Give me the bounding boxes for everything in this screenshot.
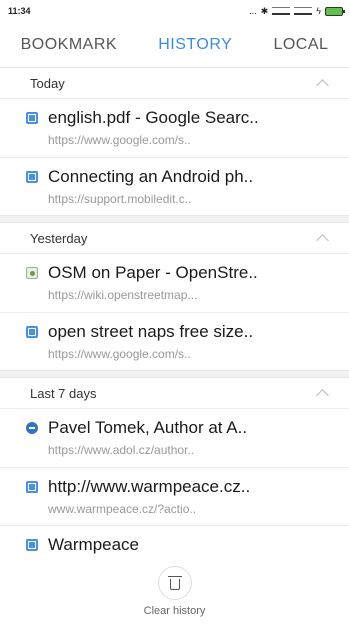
tab-bookmark[interactable]: BOOKMARK <box>21 36 117 54</box>
item-url: https://wiki.openstreetmap... <box>48 288 198 302</box>
item-title: OSM on Paper - OpenStre.. <box>48 263 258 282</box>
section-divider <box>0 215 349 223</box>
tab-bar: BOOKMARK HISTORY LOCAL <box>0 22 349 68</box>
bottom-bar: Clear history <box>0 558 349 624</box>
tab-local[interactable]: LOCAL <box>273 36 328 54</box>
history-item[interactable]: Warmpeace <box>0 525 349 558</box>
osm-favicon-icon <box>26 267 38 279</box>
history-item[interactable]: Pavel Tomek, Author at A.. https://www.a… <box>0 409 349 467</box>
history-item[interactable]: open street naps free size.. https://www… <box>0 312 349 370</box>
history-item[interactable]: Connecting an Android ph.. https://suppo… <box>0 157 349 215</box>
item-title: Warmpeace <box>48 535 140 554</box>
signal-icon <box>272 7 291 15</box>
chevron-up-icon[interactable] <box>316 233 329 247</box>
section-title: Today <box>30 75 65 91</box>
status-bar: 11:34 ... ✱ ϟ <box>0 0 349 22</box>
section-header-today[interactable]: Today <box>0 68 349 99</box>
item-url: https://www.adol.cz/author.. <box>48 443 195 457</box>
signal-icon-2 <box>294 7 313 15</box>
warmpeace-favicon-icon <box>26 539 38 551</box>
clear-history-label[interactable]: Clear history <box>144 605 206 617</box>
item-title: open street naps free size.. <box>48 322 254 341</box>
status-time: 11:34 <box>8 6 31 16</box>
section-header-yesterday[interactable]: Yesterday <box>0 223 349 254</box>
warmpeace-favicon-icon <box>26 481 38 493</box>
adol-favicon-icon <box>26 422 38 434</box>
google-favicon-icon <box>26 112 38 124</box>
chevron-up-icon[interactable] <box>316 78 329 92</box>
item-title: http://www.warmpeace.cz.. <box>48 477 251 496</box>
section-header-last-7-days[interactable]: Last 7 days <box>0 378 349 409</box>
bluetooth-icon: ✱ <box>260 5 269 16</box>
item-url: https://www.google.com/s.. <box>48 133 191 147</box>
section-title: Last 7 days <box>30 385 97 401</box>
notification-dots: ... <box>249 6 257 16</box>
item-url: https://www.google.com/s.. <box>48 347 191 361</box>
section-title: Yesterday <box>30 230 88 246</box>
clear-history-button[interactable] <box>157 565 192 600</box>
history-list[interactable]: Today english.pdf - Google Searc.. https… <box>0 68 349 558</box>
tab-history[interactable]: HISTORY <box>158 36 232 54</box>
history-item[interactable]: OSM on Paper - OpenStre.. https://wiki.o… <box>0 254 349 312</box>
item-title: Connecting an Android ph.. <box>48 167 254 186</box>
battery-icon <box>325 6 345 16</box>
chevron-up-icon[interactable] <box>316 388 329 402</box>
history-item[interactable]: english.pdf - Google Searc.. https://www… <box>0 99 349 157</box>
status-icons: ... ✱ ϟ <box>249 5 345 17</box>
trash-icon <box>167 575 182 590</box>
section-divider <box>0 370 349 378</box>
item-url: www.warmpeace.cz/?actio.. <box>48 502 197 516</box>
item-title: english.pdf - Google Searc.. <box>48 108 259 127</box>
item-url: https://support.mobiledit.c.. <box>48 192 192 206</box>
item-title: Pavel Tomek, Author at A.. <box>48 418 248 437</box>
charging-icon: ϟ <box>316 6 321 16</box>
mobiledit-favicon-icon <box>26 171 38 183</box>
google-favicon-icon <box>26 326 38 338</box>
history-item[interactable]: http://www.warmpeace.cz.. www.warmpeace.… <box>0 467 349 525</box>
